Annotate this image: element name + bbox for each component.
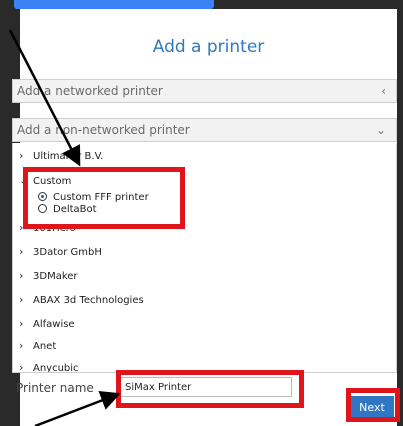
manufacturer-item[interactable]: › 3Dator GmbH xyxy=(19,245,102,258)
chevron-right-icon: › xyxy=(19,339,24,352)
top-progress-bar xyxy=(14,0,214,9)
manufacturer-label: ABAX 3d Technologies xyxy=(33,295,144,306)
chevron-right-icon: › xyxy=(19,269,24,282)
chevron-right-icon: › xyxy=(19,361,24,373)
manufacturer-label: Alfawise xyxy=(33,319,75,330)
dialog-title: Add a printer xyxy=(152,37,265,57)
networked-printer-section[interactable]: Add a networked printer ‹ xyxy=(12,79,397,103)
manufacturer-item[interactable]: › 3DMaker xyxy=(19,269,78,282)
networked-section-label: Add a networked printer xyxy=(17,84,163,98)
nonnetworked-printer-section[interactable]: Add a non-networked printer ⌄ xyxy=(12,118,397,142)
chevron-down-icon: ⌄ xyxy=(375,123,386,137)
manufacturer-item[interactable]: › ABAX 3d Technologies xyxy=(19,293,144,306)
chevron-right-icon: › xyxy=(19,317,24,330)
printer-name-label: Printer name xyxy=(16,381,94,395)
nonnetworked-section-label: Add a non-networked printer xyxy=(17,123,190,137)
next-highlight-box xyxy=(346,388,400,422)
chevron-right-icon: › xyxy=(19,149,24,162)
manufacturer-item[interactable]: › Anet xyxy=(19,339,57,352)
chevron-right-icon: › xyxy=(19,245,24,258)
manufacturer-label: Ultimaker B.V. xyxy=(33,151,104,162)
manufacturer-label: Anycubic xyxy=(33,363,79,373)
custom-highlight-box xyxy=(23,167,185,229)
chevron-left-icon: ‹ xyxy=(381,84,386,98)
manufacturer-label: 3DMaker xyxy=(33,271,78,282)
chevron-right-icon: › xyxy=(19,293,24,306)
printer-name-highlight-box xyxy=(116,370,304,408)
manufacturer-item[interactable]: › Alfawise xyxy=(19,317,75,330)
manufacturer-item[interactable]: › Anycubic xyxy=(19,361,79,373)
manufacturer-item[interactable]: › Ultimaker B.V. xyxy=(19,149,104,162)
manufacturer-label: Anet xyxy=(33,341,57,352)
manufacturer-label: 3Dator GmbH xyxy=(33,247,102,258)
